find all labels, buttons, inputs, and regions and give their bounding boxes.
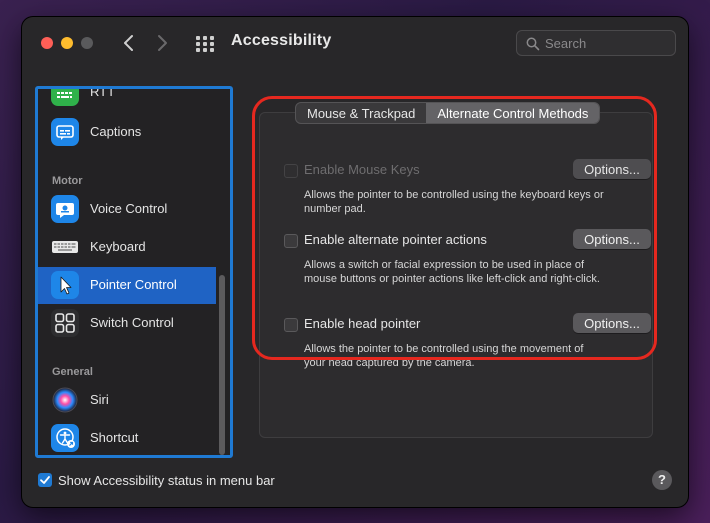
sidebar-item-label: Voice Control (90, 201, 168, 216)
tab-mouse-trackpad[interactable]: Mouse & Trackpad (296, 103, 426, 123)
head-pointer-options-button[interactable]: Options... (573, 313, 651, 333)
keyboard-icon (51, 233, 79, 261)
sidebar-item-captions[interactable]: Captions (38, 114, 216, 151)
sidebar-item-rtt[interactable]: RTT (38, 86, 216, 111)
sidebar: RTT Captions Motor Voice Control Keyboar… (35, 86, 233, 458)
show-all-button[interactable] (194, 33, 216, 53)
chevron-right-icon (158, 35, 167, 51)
siri-icon (51, 386, 79, 414)
grid-icon (196, 36, 214, 52)
back-button[interactable] (118, 31, 140, 55)
search-field[interactable] (516, 30, 676, 56)
help-button[interactable]: ? (652, 470, 672, 490)
sidebar-item-shortcut[interactable]: Shortcut (38, 420, 216, 455)
sidebar-item-siri[interactable]: Siri (38, 382, 216, 419)
rtt-icon (51, 89, 79, 106)
sidebar-item-label: Pointer Control (90, 277, 177, 292)
preferences-window: Accessibility RTT Captions Motor Voice C… (22, 17, 688, 507)
tab-alternate-control-methods[interactable]: Alternate Control Methods (426, 103, 600, 123)
sidebar-item-switch-control[interactable]: Switch Control (38, 305, 216, 342)
checkmark-icon (40, 476, 50, 484)
forward-button[interactable] (151, 31, 173, 55)
show-status-checkbox[interactable] (38, 473, 52, 487)
sidebar-item-label: RTT (90, 86, 116, 99)
sidebar-item-label: Switch Control (90, 315, 174, 330)
option-description: Allows a switch or facial expression to … (304, 259, 600, 285)
content-area: Mouse & Trackpad Alternate Control Metho… (240, 90, 672, 463)
alternate-pointer-actions-checkbox[interactable] (284, 234, 298, 248)
option-label: Enable Mouse Keys (304, 162, 420, 177)
accessibility-shortcut-icon (51, 424, 79, 452)
head-pointer-checkbox[interactable] (284, 318, 298, 332)
captions-icon (51, 118, 79, 146)
option-description: Allows the pointer to be controlled usin… (304, 343, 584, 369)
option-label: Enable alternate pointer actions (304, 232, 487, 247)
option-label: Enable head pointer (304, 316, 421, 331)
sidebar-item-label: Siri (90, 392, 109, 407)
sidebar-item-label: Keyboard (90, 239, 146, 254)
sidebar-item-label: Shortcut (90, 430, 139, 445)
pointer-control-icon (51, 271, 79, 299)
sidebar-item-voice-control[interactable]: Voice Control (38, 191, 216, 228)
title-bar: Accessibility (22, 17, 688, 69)
close-button[interactable] (41, 37, 53, 49)
search-icon (526, 37, 540, 51)
minimize-button[interactable] (61, 37, 73, 49)
sidebar-item-label: Captions (90, 124, 142, 139)
voice-control-icon (51, 195, 79, 223)
zoom-button[interactable] (81, 37, 93, 49)
mouse-keys-checkbox[interactable] (284, 164, 298, 178)
switch-control-icon (51, 309, 79, 337)
search-input[interactable] (545, 34, 670, 52)
chevron-left-icon (124, 35, 133, 51)
show-status-label: Show Accessibility status in menu bar (58, 473, 275, 488)
mouse-keys-options-button[interactable]: Options... (573, 159, 651, 179)
section-header-general: General (52, 366, 93, 378)
option-description: Allows the pointer to be controlled usin… (304, 189, 604, 215)
sidebar-item-pointer-control[interactable]: Pointer Control (38, 267, 216, 304)
tab-bar: Mouse & Trackpad Alternate Control Metho… (295, 102, 601, 124)
alternate-pointer-options-button[interactable]: Options... (573, 229, 651, 249)
section-header-motor: Motor (52, 175, 83, 187)
sidebar-item-keyboard[interactable]: Keyboard (38, 229, 216, 266)
window-title: Accessibility (231, 32, 332, 49)
sidebar-scrollbar[interactable] (219, 275, 225, 455)
